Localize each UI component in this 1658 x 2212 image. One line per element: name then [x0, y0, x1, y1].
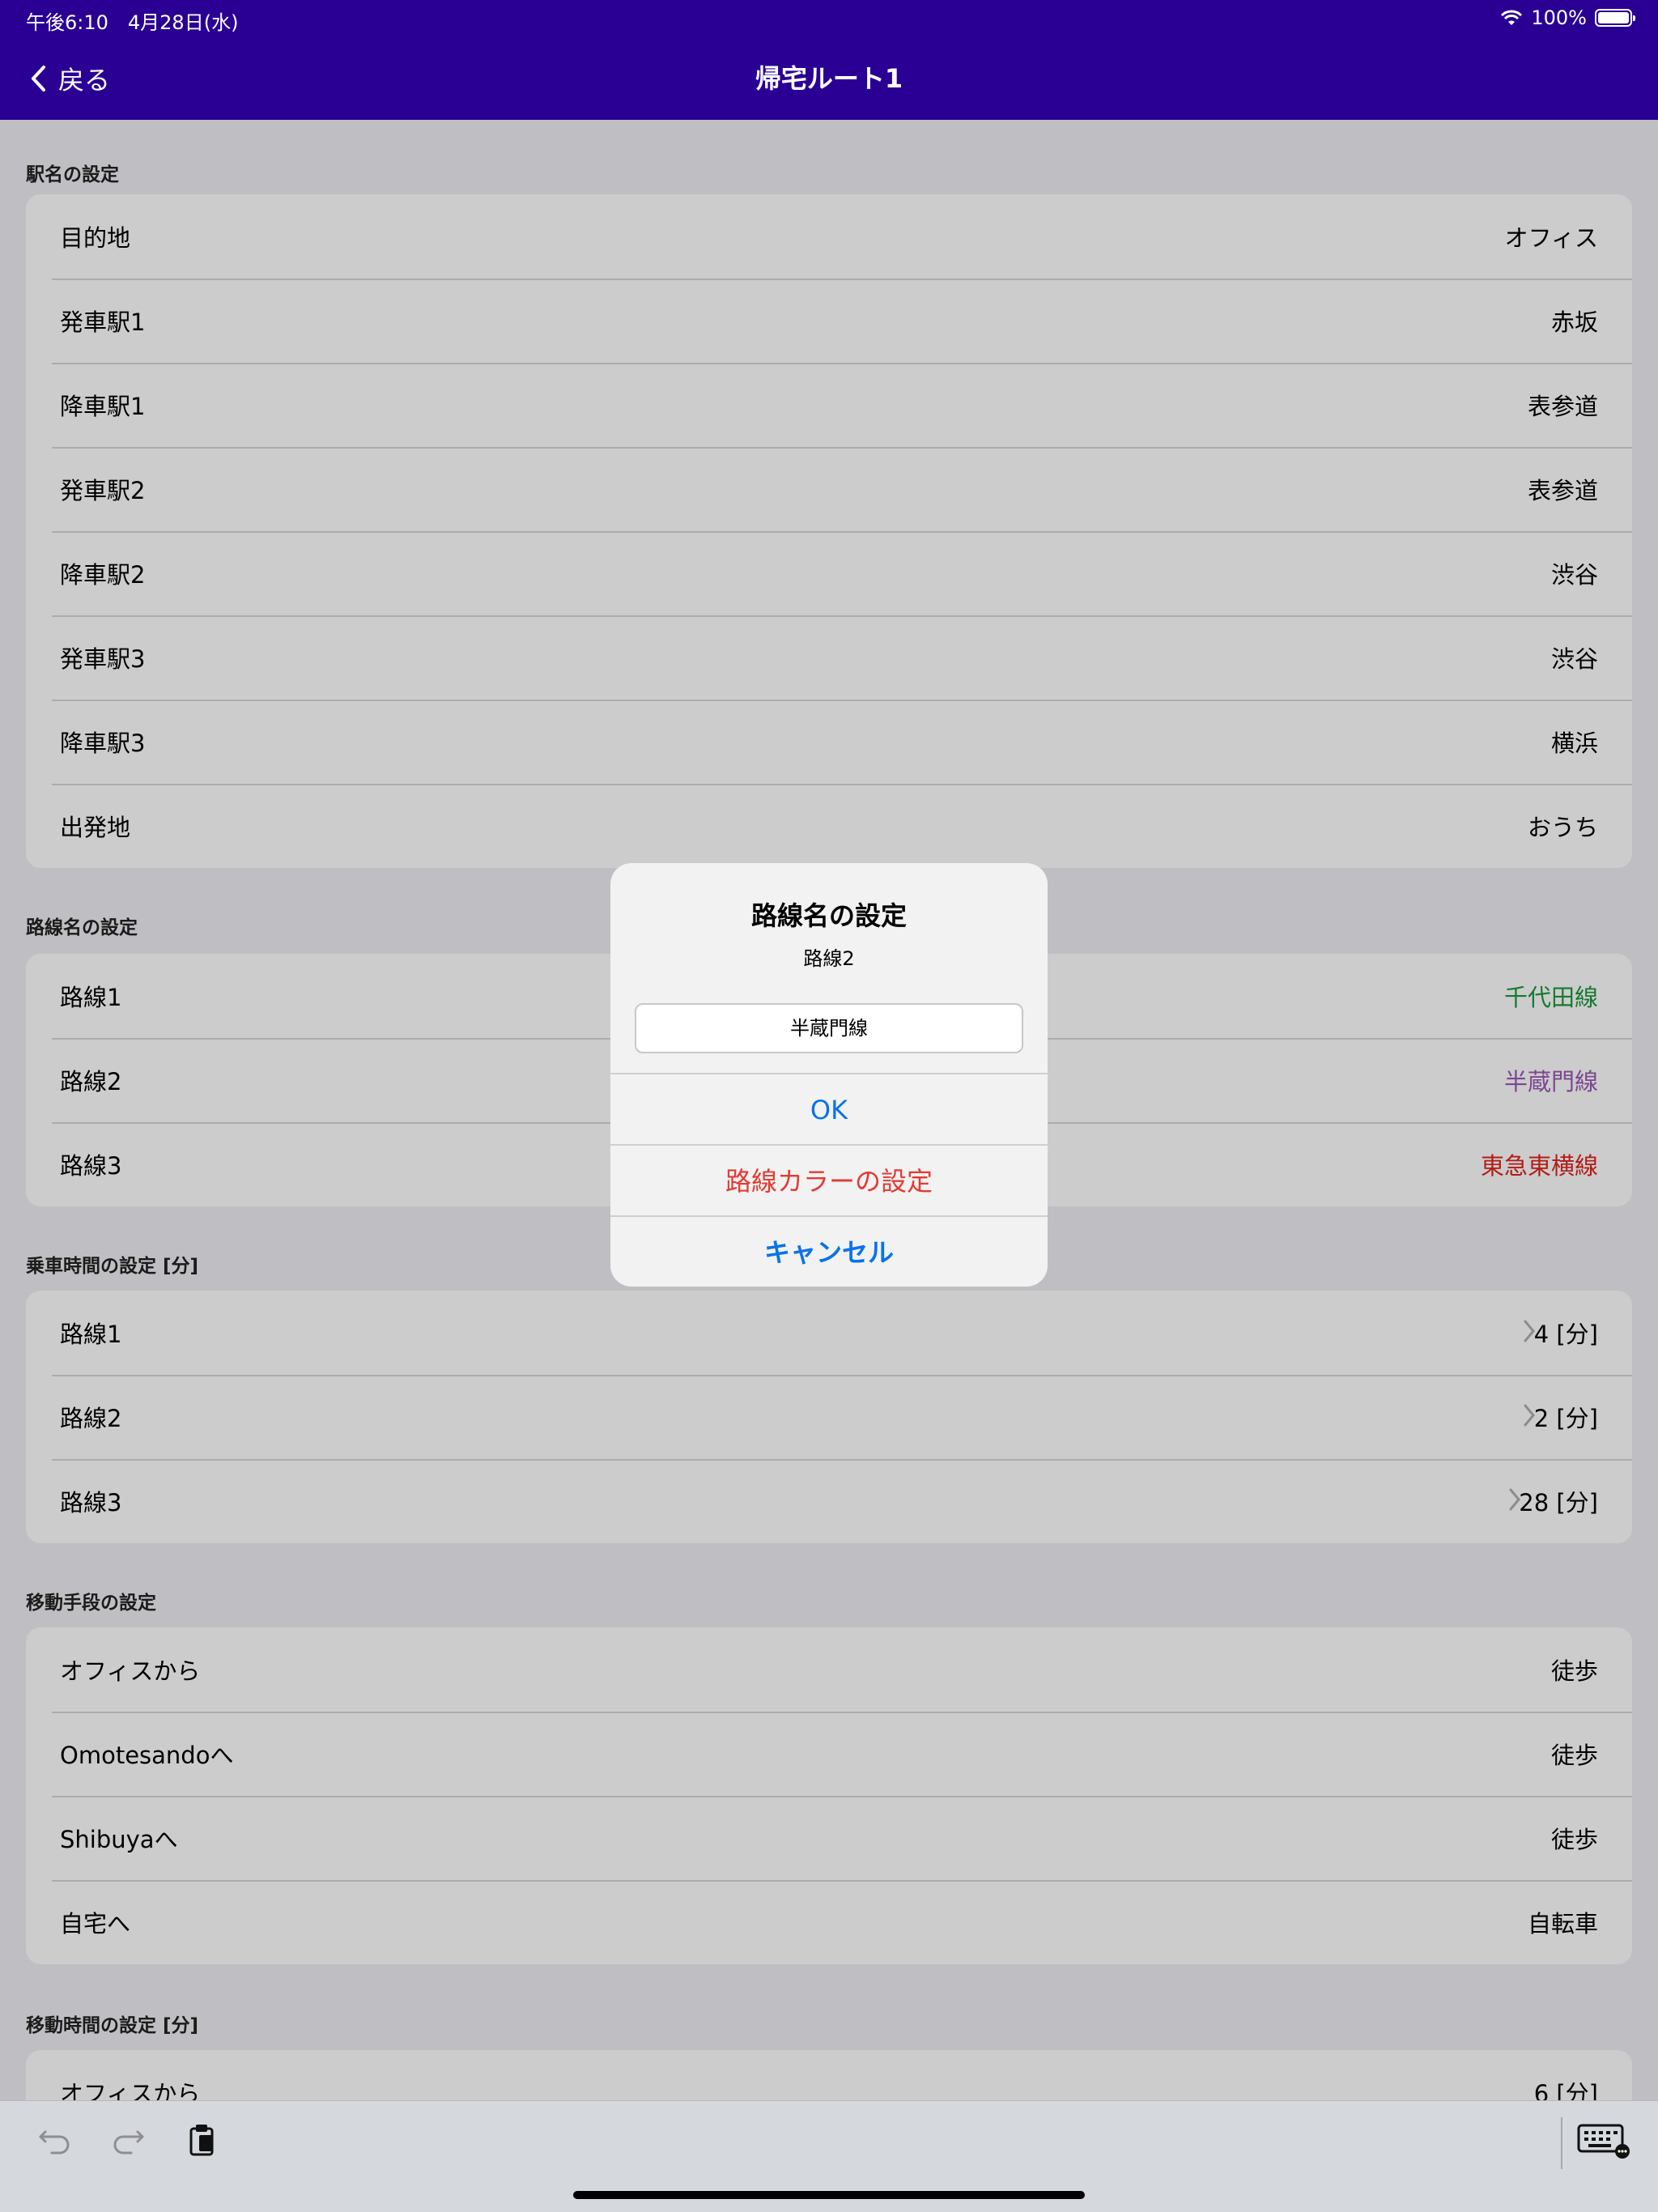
status-right: 100%	[1500, 6, 1635, 29]
ok-button[interactable]: OK	[610, 1073, 1048, 1144]
paste-icon[interactable]	[183, 2121, 222, 2159]
home-indicator[interactable]	[573, 2191, 1085, 2199]
cancel-button[interactable]: キャンセル	[610, 1215, 1048, 1287]
status-time: 午後6:10 4月28日(水)	[26, 11, 239, 34]
keyboard-icon[interactable]	[1577, 2121, 1632, 2159]
battery-percent: 100%	[1531, 6, 1587, 29]
navigation-bar: 戻る 帰宅ルート1	[0, 37, 1658, 120]
alert-message: 路線2	[803, 947, 855, 970]
line-name-alert: 路線名の設定 路線2 半蔵門線 OK 路線カラーの設定 キャンセル	[610, 863, 1048, 1287]
line-color-button[interactable]: 路線カラーの設定	[610, 1144, 1048, 1215]
toolbar-divider	[1561, 2117, 1562, 2169]
wifi-icon	[1501, 10, 1523, 25]
redo-icon[interactable]	[108, 2121, 147, 2159]
alert-title: 路線名の設定	[750, 900, 907, 931]
undo-icon[interactable]	[36, 2121, 74, 2159]
line-name-input[interactable]: 半蔵門線	[635, 1003, 1023, 1053]
status-bar: 午後6:10 4月28日(水) 100%	[0, 0, 1658, 37]
battery-icon	[1595, 9, 1635, 27]
page-title: 帰宅ルート1	[755, 63, 903, 94]
